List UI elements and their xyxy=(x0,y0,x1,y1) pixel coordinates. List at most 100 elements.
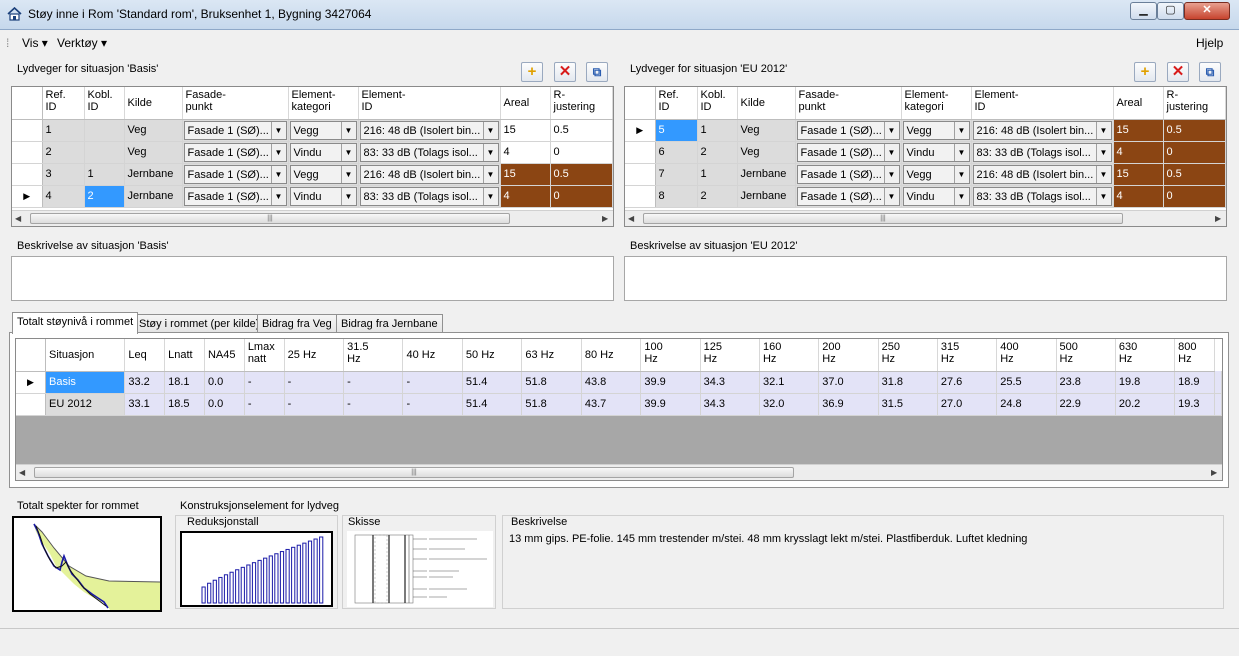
tab-bidrag-jernbane[interactable]: Bidrag fra Jernbane xyxy=(336,314,443,334)
chevron-down-icon[interactable]: ▼ xyxy=(270,187,286,205)
chevron-down-icon[interactable]: ▼ xyxy=(270,121,286,139)
tab-totalt-stoyniva[interactable]: Totalt støynivå i rommet xyxy=(12,312,139,334)
cell-areal[interactable]: 4 xyxy=(500,141,551,164)
col-level-header[interactable]: 100 Hz xyxy=(640,339,701,372)
scroll-left-icon[interactable]: ◀ xyxy=(15,214,21,223)
row-header[interactable] xyxy=(625,163,656,186)
cell-level-value[interactable]: - xyxy=(402,393,463,416)
col-kilde[interactable]: Kilde xyxy=(124,87,183,120)
cell-kobl-id[interactable]: 2 xyxy=(697,185,738,208)
chevron-down-icon[interactable]: ▼ xyxy=(1095,187,1111,205)
cell-element-id[interactable]: 216: 48 dB (Isolert bin... ▼ xyxy=(971,163,1114,186)
col-element-id[interactable]: Element- ID xyxy=(358,87,501,120)
chevron-down-icon[interactable]: ▼ xyxy=(1095,121,1111,139)
col-level-header[interactable]: 200 Hz xyxy=(818,339,879,372)
cell-level-value[interactable]: 51.8 xyxy=(521,371,582,394)
col-ref-id[interactable]: Ref. ID xyxy=(655,87,698,120)
cell-fasadepunkt[interactable]: Fasade 1 (SØ)... ▼ xyxy=(182,163,289,186)
menu-hjelp[interactable]: Hjelp xyxy=(1196,36,1223,50)
col-level-header[interactable]: 400 Hz xyxy=(996,339,1057,372)
cell-level-value[interactable]: 0.0 xyxy=(204,393,245,416)
cell-element-id-combo[interactable]: 216: 48 dB (Isolert bin... ▼ xyxy=(359,120,499,140)
scroll-right-icon[interactable]: ▶ xyxy=(1211,468,1217,477)
cell-areal[interactable]: 15 xyxy=(1113,163,1164,186)
basis-paths-grid[interactable]: Ref. ID Kobl. ID Kilde Fasade-punkt Elemen… xyxy=(11,86,614,227)
cell-areal[interactable]: 4 xyxy=(1113,141,1164,164)
cell-fasadepunkt-combo[interactable]: Fasade 1 (SØ)... ▼ xyxy=(796,120,900,140)
cell-elementkategori-combo[interactable]: Vindu ▼ xyxy=(289,186,357,206)
cell-kobl-id[interactable]: 2 xyxy=(697,141,738,164)
row-header[interactable] xyxy=(12,141,43,164)
cell-level-value[interactable]: 18.9 xyxy=(1174,371,1215,394)
cell-kilde[interactable]: Veg xyxy=(124,141,183,164)
row-header[interactable] xyxy=(625,185,656,208)
chevron-down-icon[interactable]: ▼ xyxy=(340,165,356,183)
col-level-header[interactable]: 80 Hz xyxy=(581,339,642,372)
cell-level-value[interactable]: - xyxy=(244,393,285,416)
cell-elementkategori-combo[interactable]: Vegg ▼ xyxy=(289,164,357,184)
cell-elementkategori[interactable]: Vindu ▼ xyxy=(901,141,972,164)
chevron-down-icon[interactable]: ▼ xyxy=(482,187,498,205)
cell-element-id[interactable]: 216: 48 dB (Isolert bin... ▼ xyxy=(358,119,501,142)
table-row[interactable]: ▶ 5 1 Veg Fasade 1 (SØ)... ▼ Vegg ▼ 216: 48 dB (… xyxy=(625,119,1226,142)
cell-level-value[interactable]: 31.5 xyxy=(878,393,938,416)
cell-level-value[interactable]: 32.1 xyxy=(759,371,820,394)
cell-ref-id[interactable]: 6 xyxy=(655,141,698,164)
cell-fasadepunkt-combo[interactable]: Fasade 1 (SØ)... ▼ xyxy=(796,164,900,184)
cell-level-value[interactable]: 39.9 xyxy=(640,371,701,394)
cell-ref-id[interactable]: 1 xyxy=(42,119,85,142)
sketch-image[interactable] xyxy=(347,531,493,607)
cell-fasadepunkt[interactable]: Fasade 1 (SØ)... ▼ xyxy=(795,119,902,142)
cell-r-justering[interactable]: 0.5 xyxy=(1163,163,1226,186)
cell-r-justering[interactable]: 0 xyxy=(550,185,613,208)
col-fasadepunkt[interactable]: Fasade-punkt xyxy=(795,87,902,120)
tab-bidrag-veg[interactable]: Bidrag fra Veg xyxy=(257,314,337,334)
basis-add-button[interactable]: + xyxy=(521,62,543,82)
eu-delete-button[interactable]: ✕ xyxy=(1167,62,1189,82)
col-level-header[interactable]: NA45 xyxy=(204,339,245,372)
cell-level-value[interactable]: - xyxy=(343,393,404,416)
cell-element-id[interactable]: 216: 48 dB (Isolert bin... ▼ xyxy=(358,163,501,186)
cell-level-value[interactable]: 51.4 xyxy=(462,371,523,394)
eu-copy-button[interactable]: ⧉ xyxy=(1199,62,1221,82)
cell-level-value[interactable]: 20.2 xyxy=(1115,393,1176,416)
row-header[interactable] xyxy=(12,163,43,186)
cell-level-value[interactable]: 18.1 xyxy=(164,371,205,394)
col-ref-id[interactable]: Ref. ID xyxy=(42,87,85,120)
eu-hscrollbar[interactable]: ◀ ||| ▶ xyxy=(625,210,1226,226)
cell-elementkategori-combo[interactable]: Vindu ▼ xyxy=(902,142,970,162)
cell-kilde[interactable]: Veg xyxy=(737,119,796,142)
cell-element-id-combo[interactable]: 216: 48 dB (Isolert bin... ▼ xyxy=(972,164,1112,184)
col-areal[interactable]: Areal xyxy=(500,87,551,120)
col-level-header[interactable]: Lmax natt xyxy=(244,339,285,372)
chevron-down-icon[interactable]: ▼ xyxy=(340,143,356,161)
cell-level-value[interactable]: 23.8 xyxy=(1056,371,1116,394)
col-level-header[interactable]: Situasjon xyxy=(45,339,126,372)
col-kobl-id[interactable]: Kobl. ID xyxy=(84,87,125,120)
cell-level-value[interactable]: 27.6 xyxy=(937,371,998,394)
cell-r-justering[interactable]: 0 xyxy=(1163,141,1226,164)
row-header[interactable] xyxy=(12,119,43,142)
cell-level-value[interactable]: 19.8 xyxy=(1115,371,1176,394)
cell-kobl-id[interactable]: 1 xyxy=(84,163,125,186)
cell-kilde[interactable]: Jernbane xyxy=(124,185,183,208)
cell-level-value[interactable]: 39.9 xyxy=(640,393,701,416)
cell-level-value[interactable]: 22.9 xyxy=(1056,393,1116,416)
spectrum-thumbnail[interactable] xyxy=(12,516,162,612)
cell-fasadepunkt-combo[interactable]: Fasade 1 (SØ)... ▼ xyxy=(796,142,900,162)
cell-elementkategori[interactable]: Vegg ▼ xyxy=(901,163,972,186)
chevron-down-icon[interactable]: ▼ xyxy=(953,121,969,139)
cell-level-value[interactable]: 0.0 xyxy=(204,371,245,394)
cell-r-justering[interactable]: 0 xyxy=(550,141,613,164)
cell-elementkategori-combo[interactable]: Vegg ▼ xyxy=(902,164,970,184)
chevron-down-icon[interactable]: ▼ xyxy=(883,187,899,205)
cell-ref-id[interactable]: 7 xyxy=(655,163,698,186)
cell-fasadepunkt-combo[interactable]: Fasade 1 (SØ)... ▼ xyxy=(183,164,287,184)
chevron-down-icon[interactable]: ▼ xyxy=(270,165,286,183)
cell-ref-id[interactable]: 5 xyxy=(655,119,698,142)
table-row[interactable]: 8 2 Jernbane Fasade 1 (SØ)... ▼ Vindu ▼ 83: 33 … xyxy=(625,185,1226,208)
col-fasadepunkt[interactable]: Fasade-punkt xyxy=(182,87,289,120)
cell-level-value[interactable]: 31.8 xyxy=(878,371,938,394)
menu-vis[interactable]: Vis ▾ xyxy=(22,36,48,50)
cell-fasadepunkt[interactable]: Fasade 1 (SØ)... ▼ xyxy=(182,185,289,208)
